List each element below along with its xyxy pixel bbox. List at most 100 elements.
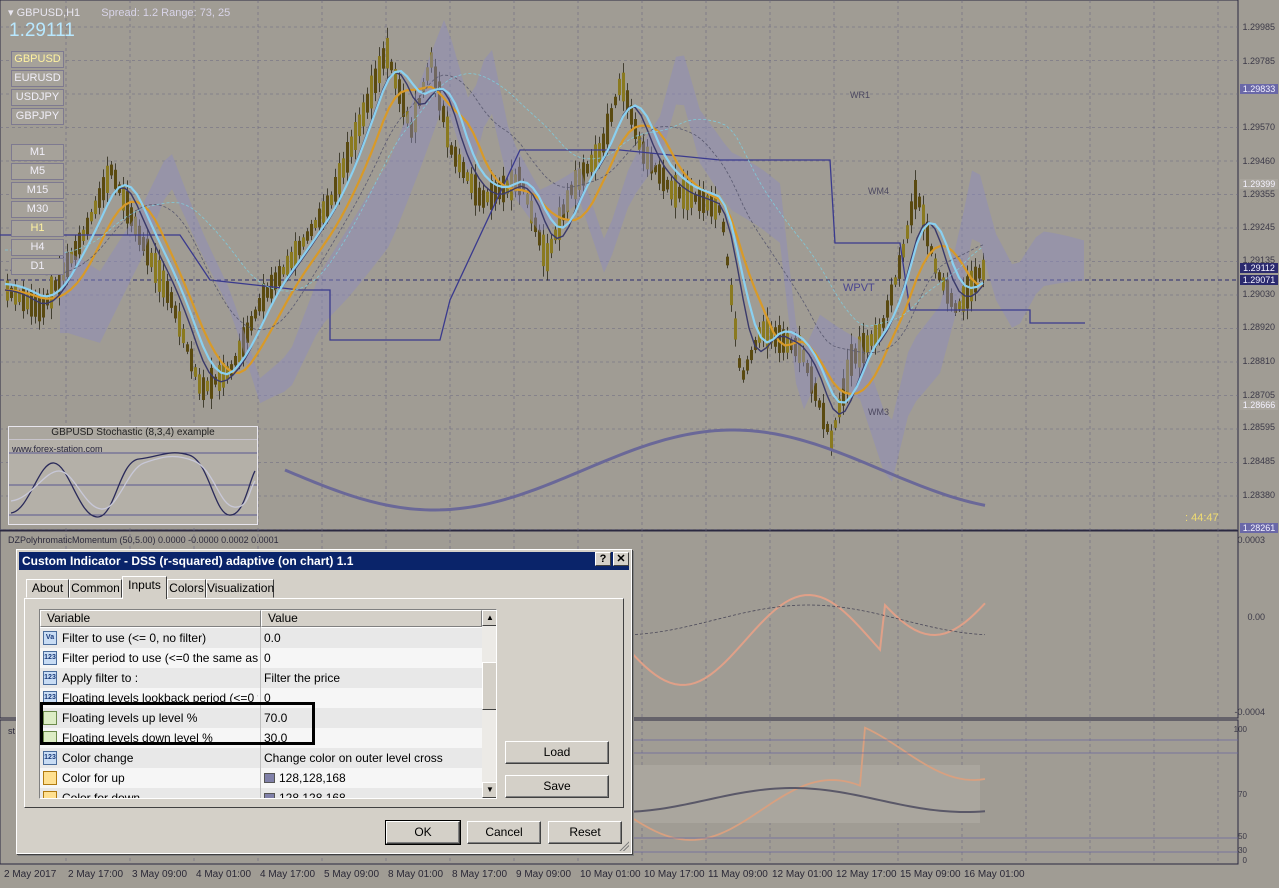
- candle-body: [254, 309, 257, 319]
- timeframe-button-h4[interactable]: H4: [11, 239, 64, 256]
- price-axis-label: 1.28485: [1242, 456, 1275, 466]
- price-axis-label: 1.29570: [1242, 122, 1275, 132]
- candle-body: [298, 240, 301, 256]
- dialog-title[interactable]: Custom Indicator - DSS (r-squared) adapt…: [19, 552, 629, 570]
- cancel-button[interactable]: Cancel: [467, 821, 541, 844]
- candle-body: [386, 37, 389, 69]
- candle-body: [158, 260, 161, 292]
- symbol-button-usdjpy[interactable]: USDJPY: [11, 89, 64, 106]
- input-value[interactable]: Filter the price: [264, 671, 478, 685]
- spread-range: Spread: 1.2 Range: 73, 25: [101, 7, 231, 19]
- scroll-up-icon[interactable]: ▲: [482, 610, 496, 626]
- candle-body: [382, 48, 385, 69]
- input-value-text: 128,128,168: [279, 771, 346, 785]
- candle-body: [98, 188, 101, 208]
- input-name: Color for up: [62, 771, 125, 785]
- input-value[interactable]: 128,128,168: [264, 791, 478, 798]
- candle-body: [190, 348, 193, 372]
- time-axis-label: 12 May 01:00: [772, 869, 833, 880]
- indicator-label-wm4: WM4: [868, 186, 889, 196]
- candle-body: [734, 318, 737, 340]
- candle-body: [818, 400, 821, 408]
- candle-body: [542, 234, 545, 267]
- candle-body: [218, 365, 221, 391]
- chart-menu-icon[interactable]: ▾: [8, 7, 14, 19]
- candle-body: [198, 374, 201, 394]
- input-value[interactable]: 0: [264, 651, 478, 665]
- symbol-button-gbpusd[interactable]: GBPUSD: [11, 51, 64, 68]
- timeframe-button-m15[interactable]: M15: [11, 182, 64, 199]
- tab-inputs[interactable]: Inputs: [122, 576, 167, 599]
- timeframe-button-m5[interactable]: M5: [11, 163, 64, 180]
- input-value[interactable]: Change color on outer level cross: [264, 751, 478, 765]
- tab-colors[interactable]: Colors: [167, 579, 206, 598]
- color-param-icon: [43, 771, 57, 785]
- input-name: Color change: [62, 751, 134, 765]
- timeframe-button-h1[interactable]: H1: [11, 220, 64, 237]
- candle-body: [102, 177, 105, 201]
- candle-body: [38, 296, 41, 322]
- candle-body: [870, 334, 873, 346]
- time-axis-label: 5 May 09:00: [324, 869, 380, 880]
- timeframe-button-m30[interactable]: M30: [11, 201, 64, 218]
- chart-window[interactable]: ▾ GBPUSD,H1 Spread: 1.2 Range: 73, 25 1.…: [0, 0, 1279, 888]
- momentum-axis-label: -0.0004: [1234, 707, 1265, 717]
- col-variable-header[interactable]: Variable: [40, 610, 261, 627]
- price-axis-label: 1.29245: [1242, 222, 1275, 232]
- candle-body: [178, 311, 181, 337]
- symbol-button-eurusd[interactable]: EURUSD: [11, 70, 64, 87]
- int-param-icon: 123: [43, 751, 57, 765]
- candle-body: [262, 283, 265, 312]
- candle-body: [702, 189, 705, 213]
- input-value[interactable]: 128,128,168: [264, 771, 478, 785]
- input-row[interactable]: 123 Color change Change color on outer lev…: [40, 748, 482, 768]
- tab-about[interactable]: About: [26, 579, 69, 598]
- input-row[interactable]: Color for down 128,128,168: [40, 788, 482, 798]
- scroll-down-icon[interactable]: ▼: [482, 782, 496, 798]
- candle-body: [50, 276, 53, 309]
- candle-body: [170, 292, 173, 308]
- save-button[interactable]: Save: [505, 775, 609, 798]
- price-axis-label: 1.28920: [1242, 322, 1275, 332]
- highlight-box: [40, 702, 315, 745]
- input-row[interactable]: 123 Filter period to use (<=0 the same as…: [40, 648, 482, 668]
- timeframe-button-m1[interactable]: M1: [11, 144, 64, 161]
- color-swatch: [264, 773, 275, 783]
- price-axis-label: 1.29985: [1242, 22, 1275, 32]
- candle-body: [610, 108, 613, 122]
- candle-body: [982, 259, 985, 281]
- input-value[interactable]: 0.0: [264, 631, 478, 645]
- ok-button[interactable]: OK: [385, 820, 461, 845]
- symbol-button-gbpjpy[interactable]: GBPJPY: [11, 108, 64, 125]
- candle-body: [814, 383, 817, 401]
- timeframe-button-d1[interactable]: D1: [11, 258, 64, 275]
- candle-body: [266, 286, 269, 298]
- tab-common[interactable]: Common: [69, 579, 122, 598]
- candle-body: [202, 377, 205, 401]
- time-axis-label: 4 May 01:00: [196, 869, 252, 880]
- candle-body: [174, 305, 177, 319]
- input-name: Filter to use (<= 0, no filter): [62, 631, 207, 645]
- input-row[interactable]: Va Filter to use (<= 0, no filter) 0.0: [40, 628, 482, 648]
- col-value-header[interactable]: Value: [261, 610, 482, 627]
- input-row[interactable]: 123 Apply filter to : Filter the price: [40, 668, 482, 688]
- help-button[interactable]: ?: [595, 552, 611, 566]
- price-axis-label: 1.29030: [1242, 289, 1275, 299]
- grid-scrollbar[interactable]: ▲ ▼: [482, 610, 496, 798]
- tab-visualization[interactable]: Visualization: [206, 579, 274, 598]
- momentum-panel-title: DZPolyhromaticMomentum (50,5.00) 0.0000 …: [8, 535, 279, 545]
- resize-grip-icon[interactable]: [618, 840, 629, 851]
- price-axis-label: 1.28810: [1242, 356, 1275, 366]
- close-button[interactable]: ✕: [613, 552, 629, 566]
- candle-body: [786, 333, 789, 353]
- input-value-text: Filter the price: [264, 671, 341, 685]
- candle-body: [302, 237, 305, 247]
- candle-body: [670, 180, 673, 200]
- candle-body: [742, 370, 745, 380]
- reset-button[interactable]: Reset: [548, 821, 622, 844]
- symbol-info: ▾ GBPUSD,H1 Spread: 1.2 Range: 73, 25: [8, 6, 230, 19]
- scroll-thumb[interactable]: [482, 662, 496, 710]
- input-row[interactable]: Color for up 128,128,168: [40, 768, 482, 788]
- candle-body: [690, 185, 693, 208]
- load-button[interactable]: Load: [505, 741, 609, 764]
